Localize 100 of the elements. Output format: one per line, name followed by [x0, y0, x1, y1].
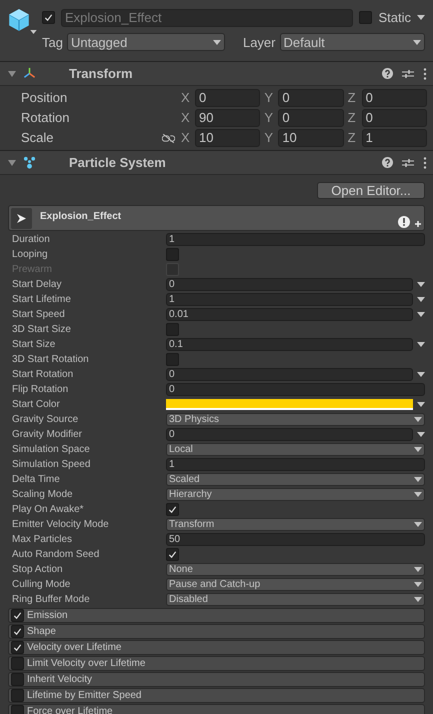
module-label: Emission	[27, 609, 68, 623]
value-field[interactable]: 0	[166, 368, 413, 381]
number-field[interactable]: 10	[195, 129, 260, 147]
value-field[interactable]: 0	[166, 383, 425, 396]
axis-label: X	[181, 109, 191, 128]
caret-icon	[414, 447, 422, 452]
value-dropdown[interactable]: Disabled	[166, 593, 425, 606]
property-label: Position	[21, 89, 68, 108]
warning-icon[interactable]	[398, 216, 410, 228]
play-icon[interactable]	[17, 214, 26, 223]
number-field[interactable]: 10	[278, 129, 344, 147]
parameter-label: Delta Time	[11, 473, 61, 487]
caret-icon	[414, 582, 422, 587]
parameter-label: Start Rotation	[11, 368, 74, 382]
module-header[interactable]: Explosion_Effect	[8, 205, 425, 231]
axis-label: Y	[264, 129, 274, 148]
module-row[interactable]: Force over Lifetime	[8, 704, 425, 714]
value-field[interactable]: 1	[166, 458, 425, 471]
help-icon[interactable]	[382, 68, 393, 79]
module-checkbox[interactable]	[11, 673, 24, 686]
value-field[interactable]: 0.01	[166, 308, 413, 321]
caret-icon	[413, 40, 421, 45]
name-field[interactable]: Explosion_Effect	[61, 8, 354, 27]
parameter-checkbox[interactable]	[166, 503, 179, 516]
number-field[interactable]: 90	[195, 109, 260, 127]
cube-icon[interactable]	[8, 8, 30, 32]
caret-icon	[417, 342, 425, 347]
module-row[interactable]: Shape	[8, 624, 425, 639]
parameter-label: Start Color	[11, 398, 61, 412]
module-checkbox[interactable]	[11, 689, 24, 702]
sliders-icon[interactable]	[402, 156, 414, 168]
foldout-arrow-icon[interactable]	[8, 70, 16, 78]
module-checkbox[interactable]	[11, 641, 24, 654]
number-field[interactable]: 0	[278, 109, 344, 127]
parameter-label: Ring Buffer Mode	[11, 593, 91, 607]
value-field[interactable]: 1	[166, 293, 413, 306]
help-icon[interactable]	[382, 157, 393, 168]
value-field[interactable]: 0.1	[166, 338, 413, 351]
axis-label: Y	[264, 109, 274, 128]
number-field[interactable]: 0	[278, 89, 344, 107]
module-checkbox[interactable]	[11, 657, 24, 670]
module-row[interactable]: Velocity over Lifetime	[8, 640, 425, 655]
module-label: Lifetime by Emitter Speed	[27, 689, 142, 703]
module-label: Shape	[27, 625, 56, 639]
static-label: Static	[378, 9, 411, 27]
value-dropdown[interactable]: Transform	[166, 518, 425, 531]
caret-icon	[414, 417, 422, 422]
number-field[interactable]: 1	[362, 129, 427, 147]
parameter-label: Culling Mode	[11, 578, 72, 592]
number-field[interactable]: 0	[362, 109, 427, 127]
module-row[interactable]: Emission	[8, 608, 425, 623]
caret-icon[interactable]	[30, 30, 37, 34]
module-checkbox[interactable]	[11, 625, 24, 638]
axis-label: X	[181, 89, 191, 108]
open-editor-button[interactable]: Open Editor...	[317, 182, 425, 199]
axes-icon	[23, 67, 36, 80]
static-checkbox[interactable]	[359, 11, 372, 24]
parameter-label: Start Lifetime	[11, 293, 72, 307]
component-header[interactable]: Transform	[0, 62, 433, 86]
more-icon[interactable]	[423, 156, 427, 168]
color-swatch[interactable]	[166, 399, 413, 410]
layer-dropdown[interactable]: Default	[280, 33, 425, 52]
active-checkbox[interactable]	[42, 11, 55, 24]
sliders-icon[interactable]	[402, 68, 414, 80]
component-header[interactable]: Particle System	[0, 151, 433, 175]
value-field[interactable]: 0	[166, 428, 413, 441]
parameter-label: Simulation Speed	[11, 458, 92, 472]
caret-icon	[414, 567, 422, 572]
parameter-checkbox[interactable]	[166, 548, 179, 561]
module-title: Explosion_Effect	[40, 210, 122, 224]
parameter-label: Duration	[11, 233, 51, 247]
parameter-checkbox[interactable]	[166, 353, 179, 366]
value-dropdown[interactable]: 3D Physics	[166, 413, 425, 426]
module-label: Limit Velocity over Lifetime	[27, 657, 146, 671]
value-field[interactable]: 50	[166, 533, 425, 546]
module-checkbox[interactable]	[11, 609, 24, 622]
value-field[interactable]: 0	[166, 278, 413, 291]
module-row[interactable]: Inherit Velocity	[8, 672, 425, 687]
value-dropdown[interactable]: None	[166, 563, 425, 576]
value-dropdown[interactable]: Scaled	[166, 473, 425, 486]
parameter-label: Simulation Space	[11, 443, 91, 457]
parameter-label: Start Speed	[11, 308, 66, 322]
parameter-checkbox[interactable]	[166, 323, 179, 336]
plus-icon[interactable]	[415, 221, 421, 227]
more-icon[interactable]	[423, 68, 427, 80]
parameter-checkbox[interactable]	[166, 248, 179, 261]
parameter-label: Scaling Mode	[11, 488, 74, 502]
foldout-arrow-icon[interactable]	[8, 158, 16, 166]
number-field[interactable]: 0	[195, 89, 260, 107]
value-dropdown[interactable]: Local	[166, 443, 425, 456]
number-field[interactable]: 0	[362, 89, 427, 107]
parameter-label: Gravity Source	[11, 413, 80, 427]
value-dropdown[interactable]: Hierarchy	[166, 488, 425, 501]
caret-icon	[417, 297, 425, 302]
module-row[interactable]: Lifetime by Emitter Speed	[8, 688, 425, 703]
unlinked-icon[interactable]	[162, 134, 174, 142]
value-dropdown[interactable]: Pause and Catch-up	[166, 578, 425, 591]
tag-dropdown[interactable]: Untagged	[66, 33, 225, 52]
module-row[interactable]: Limit Velocity over Lifetime	[8, 656, 425, 671]
value-field[interactable]: 1	[166, 233, 425, 246]
